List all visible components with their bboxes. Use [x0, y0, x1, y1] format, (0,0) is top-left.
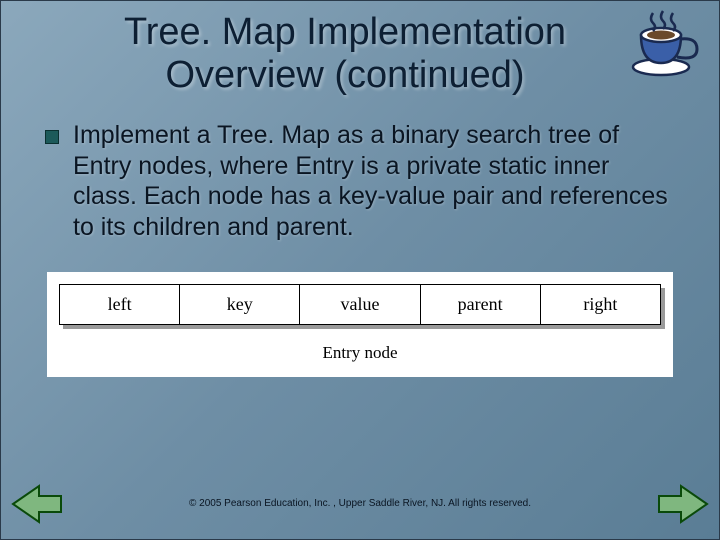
next-button[interactable] — [657, 482, 709, 531]
title-line-2: Overview (continued) — [165, 54, 524, 96]
bullet-item: Implement a Tree. Map as a binary search… — [45, 120, 671, 242]
copyright-footer: © 2005 Pearson Education, Inc. , Upper S… — [1, 498, 719, 509]
field-right: right — [540, 285, 660, 325]
bullet-icon — [45, 130, 59, 144]
arrow-right-icon — [657, 482, 709, 526]
table-row: left key value parent right — [60, 285, 661, 325]
slide-title: Tree. Map Implementation Overview (conti… — [1, 1, 719, 102]
body: Implement a Tree. Map as a binary search… — [1, 102, 719, 242]
field-key: key — [180, 285, 300, 325]
bullet-text: Implement a Tree. Map as a binary search… — [73, 120, 671, 242]
prev-button[interactable] — [11, 482, 63, 531]
field-parent: parent — [420, 285, 540, 325]
entry-caption: Entry node — [59, 343, 661, 363]
entry-diagram: left key value parent right Entry node — [47, 272, 673, 377]
slide: Tree. Map Implementation Overview (conti… — [0, 0, 720, 540]
arrow-left-icon — [11, 482, 63, 526]
entry-node-table: left key value parent right — [59, 284, 661, 325]
field-value: value — [300, 285, 420, 325]
field-left: left — [60, 285, 180, 325]
title-line-1: Tree. Map Implementation — [124, 11, 566, 53]
coffee-cup-icon — [627, 5, 705, 84]
